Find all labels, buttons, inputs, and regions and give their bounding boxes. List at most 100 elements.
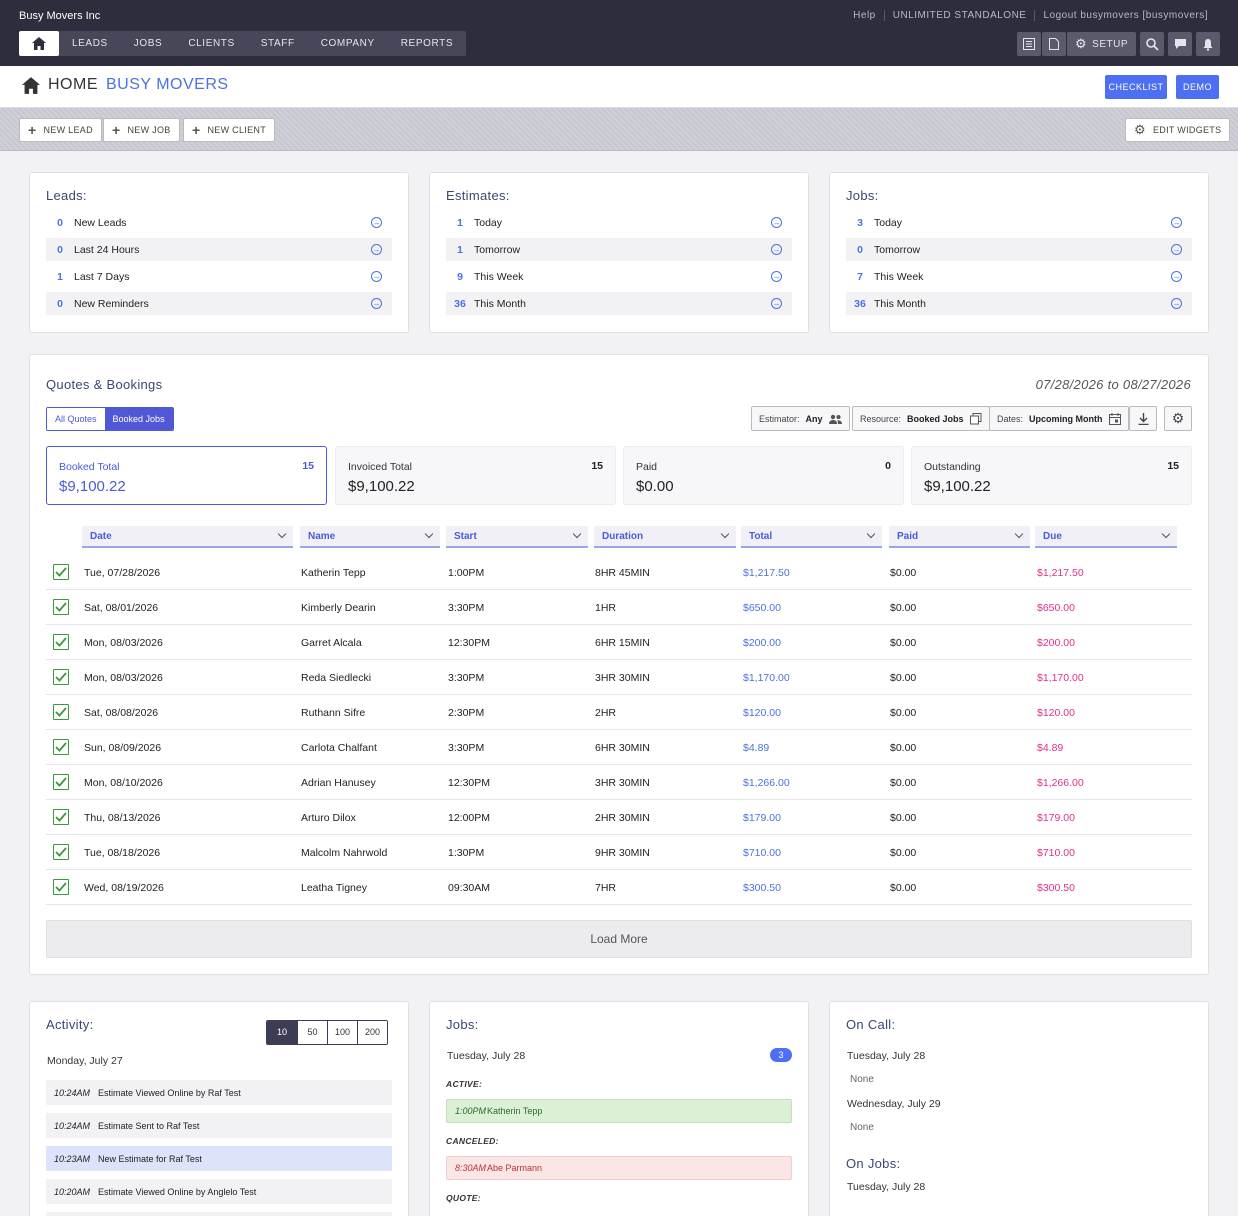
pager-200[interactable]: 200 [357,1021,387,1044]
table-row[interactable]: Tue, 07/28/2026 Katherin Tepp 1:00PM 8HR 45… [46,555,1192,590]
leads-row[interactable]: 0 Last 24 Hours → [46,238,392,261]
leads-row[interactable]: 0 New Leads → [46,211,392,234]
nav-leads[interactable]: LEADS [59,31,121,56]
logout-link[interactable]: Logout busymovers [busymovers] [1034,10,1216,21]
cell-due: $1,266.00 [1037,777,1084,789]
home-icon [22,76,40,94]
column-duration[interactable]: Duration [594,526,736,548]
jobs-row[interactable]: 7 This Week → [846,265,1192,288]
nav-reports[interactable]: REPORTS [388,31,466,56]
count: 0 [57,297,63,310]
table-row[interactable]: Mon, 08/03/2026 Garret Alcala 12:30PM 6HR 1… [46,625,1192,660]
checkbox-checked[interactable] [53,774,69,790]
arrow-right-icon[interactable]: → [771,271,782,282]
plan-link[interactable]: UNLIMITED STANDALONE [883,10,1035,21]
arrow-right-icon[interactable]: → [371,244,382,255]
activity-item[interactable]: 10:24AM Estimate Sent to Raf Test [46,1113,392,1138]
resource-filter[interactable]: Resource: Booked Jobs [852,406,990,431]
edit-widgets-button[interactable]: ⚙ EDIT WIDGETS [1125,118,1231,142]
leads-row[interactable]: 1 Last 7 Days → [46,265,392,288]
activity-item[interactable] [46,1212,392,1216]
estimator-filter[interactable]: Estimator: Any [751,406,850,431]
arrow-right-icon[interactable]: → [1171,244,1182,255]
invoiced-total-card[interactable]: Invoiced Total 15 $9,100.22 [335,446,616,505]
estimates-row[interactable]: 36 This Month → [446,292,792,315]
table-row[interactable]: Sun, 08/09/2026 Carlota Chalfant 3:30PM 6HR… [46,730,1192,765]
column-date[interactable]: Date [82,526,293,548]
nav-home[interactable] [19,31,59,56]
arrow-right-icon[interactable]: → [1171,271,1182,282]
activity-item[interactable]: 10:20AM Estimate Viewed Online by Anglelo… [46,1179,392,1204]
table-row[interactable]: Mon, 08/10/2026 Adrian Hanusey 12:30PM 3HR … [46,765,1192,800]
job-item-canceled[interactable]: 8:30AM Abe Parmann [446,1156,792,1180]
activity-item[interactable]: 10:23AM New Estimate for Raf Test [46,1146,392,1171]
checkbox-checked[interactable] [53,704,69,720]
checkbox-checked[interactable] [53,599,69,615]
new-job-button[interactable]: + NEW JOB [103,118,180,142]
chat-button[interactable] [1168,32,1192,56]
settings-button[interactable]: ⚙ [1164,406,1192,431]
estimates-row[interactable]: 9 This Week → [446,265,792,288]
paid-total-card[interactable]: Paid 0 $0.00 [623,446,904,505]
arrow-right-icon[interactable]: → [371,217,382,228]
checkbox-checked[interactable] [53,634,69,650]
table-row[interactable]: Tue, 08/18/2026 Malcolm Nahrwold 1:30PM 9HR… [46,835,1192,870]
arrow-right-icon[interactable]: → [1171,217,1182,228]
checkbox-checked[interactable] [53,739,69,755]
arrow-right-icon[interactable]: → [1171,298,1182,309]
table-row[interactable]: Mon, 08/03/2026 Reda Siedlecki 3:30PM 3HR 3… [46,660,1192,695]
jobs-row[interactable]: 0 Tomorrow → [846,238,1192,261]
arrow-right-icon[interactable]: → [771,244,782,255]
jobs-row[interactable]: 36 This Month → [846,292,1192,315]
demo-button[interactable]: DEMO [1176,75,1219,99]
new-lead-button[interactable]: + NEW LEAD [19,118,102,142]
nav-clients[interactable]: CLIENTS [175,31,247,56]
help-link[interactable]: Help [845,10,884,21]
jobs-row[interactable]: 3 Today → [846,211,1192,234]
checkbox-checked[interactable] [53,669,69,685]
table-row[interactable]: Wed, 08/19/2026 Leatha Tigney 09:30AM 7HR $3… [46,870,1192,905]
search-button[interactable] [1140,32,1164,56]
nav-jobs[interactable]: JOBS [121,31,176,56]
setup-button[interactable]: ⚙ SETUP [1067,32,1136,56]
estimates-row[interactable]: 1 Tomorrow → [446,238,792,261]
document-button[interactable] [1042,32,1066,56]
arrow-right-icon[interactable]: → [371,271,382,282]
table-row[interactable]: Sat, 08/01/2026 Kimberly Dearin 3:30PM 1HR $… [46,590,1192,625]
job-item-active[interactable]: 1:00PM Katherin Tepp [446,1099,792,1123]
load-more-button[interactable]: Load More [46,920,1192,958]
table-row[interactable]: Thu, 08/13/2026 Arturo Dilox 12:00PM 2HR 30… [46,800,1192,835]
booked-jobs-tab[interactable]: Booked Jobs [104,408,173,430]
list-button[interactable] [1017,32,1041,56]
checkbox-checked[interactable] [53,879,69,895]
activity-item[interactable]: 10:24AM Estimate Viewed Online by Raf Tes… [46,1080,392,1105]
arrow-right-icon[interactable]: → [371,298,382,309]
checkbox-checked[interactable] [53,564,69,580]
dates-filter[interactable]: Dates: Upcoming Month [989,406,1129,431]
arrow-right-icon[interactable]: → [771,298,782,309]
table-row[interactable]: Sat, 08/08/2026 Ruthann Sifre 2:30PM 2HR $12… [46,695,1192,730]
arrow-right-icon[interactable]: → [771,217,782,228]
new-client-button[interactable]: + NEW CLIENT [183,118,275,142]
pager-10[interactable]: 10 [267,1021,297,1044]
estimates-row[interactable]: 1 Today → [446,211,792,234]
leads-row[interactable]: 0 New Reminders → [46,292,392,315]
all-quotes-tab[interactable]: All Quotes [47,408,105,430]
notifications-button[interactable] [1196,32,1220,56]
gear-icon: ⚙ [1134,122,1146,137]
nav-staff[interactable]: STAFF [248,31,308,56]
checkbox-checked[interactable] [53,809,69,825]
nav-company[interactable]: COMPANY [308,31,388,56]
pager-100[interactable]: 100 [327,1021,357,1044]
column-start[interactable]: Start [446,526,588,548]
booked-total-card[interactable]: Booked Total 15 $9,100.22 [46,446,327,505]
column-due[interactable]: Due [1035,526,1177,548]
column-total[interactable]: Total [741,526,882,548]
column-name[interactable]: Name [300,526,440,548]
column-paid[interactable]: Paid [889,526,1030,548]
outstanding-total-card[interactable]: Outstanding 15 $9,100.22 [911,446,1192,505]
checkbox-checked[interactable] [53,844,69,860]
checklist-button[interactable]: CHECKLIST [1105,75,1167,99]
download-button[interactable] [1129,406,1157,431]
pager-50[interactable]: 50 [297,1021,327,1044]
